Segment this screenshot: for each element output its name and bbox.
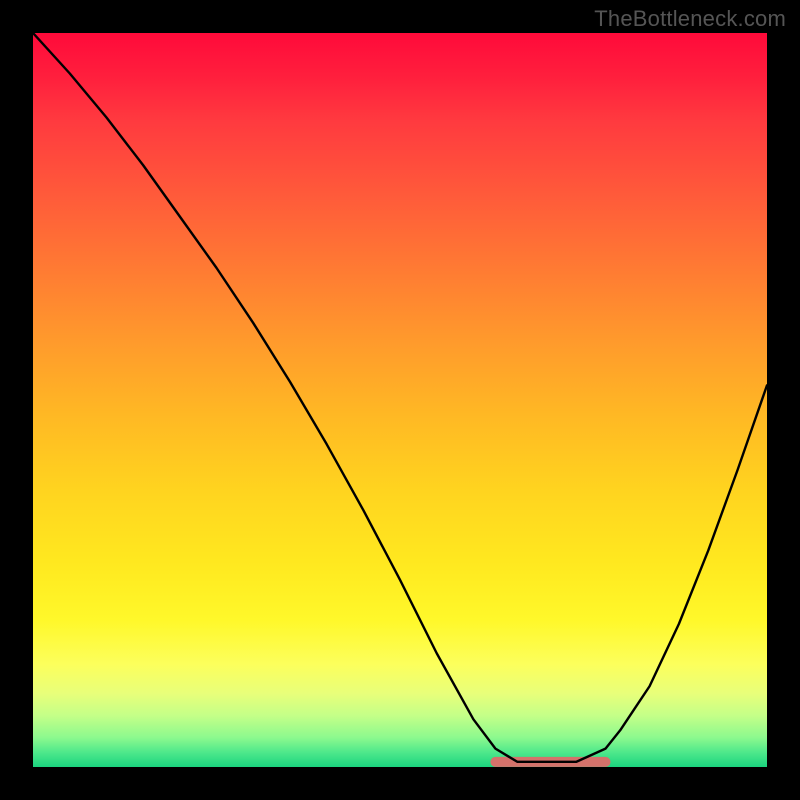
bottleneck-curve — [33, 33, 767, 762]
chart-frame: TheBottleneck.com — [0, 0, 800, 800]
watermark-text: TheBottleneck.com — [594, 6, 786, 32]
plot-area — [33, 33, 767, 767]
chart-svg — [33, 33, 767, 767]
